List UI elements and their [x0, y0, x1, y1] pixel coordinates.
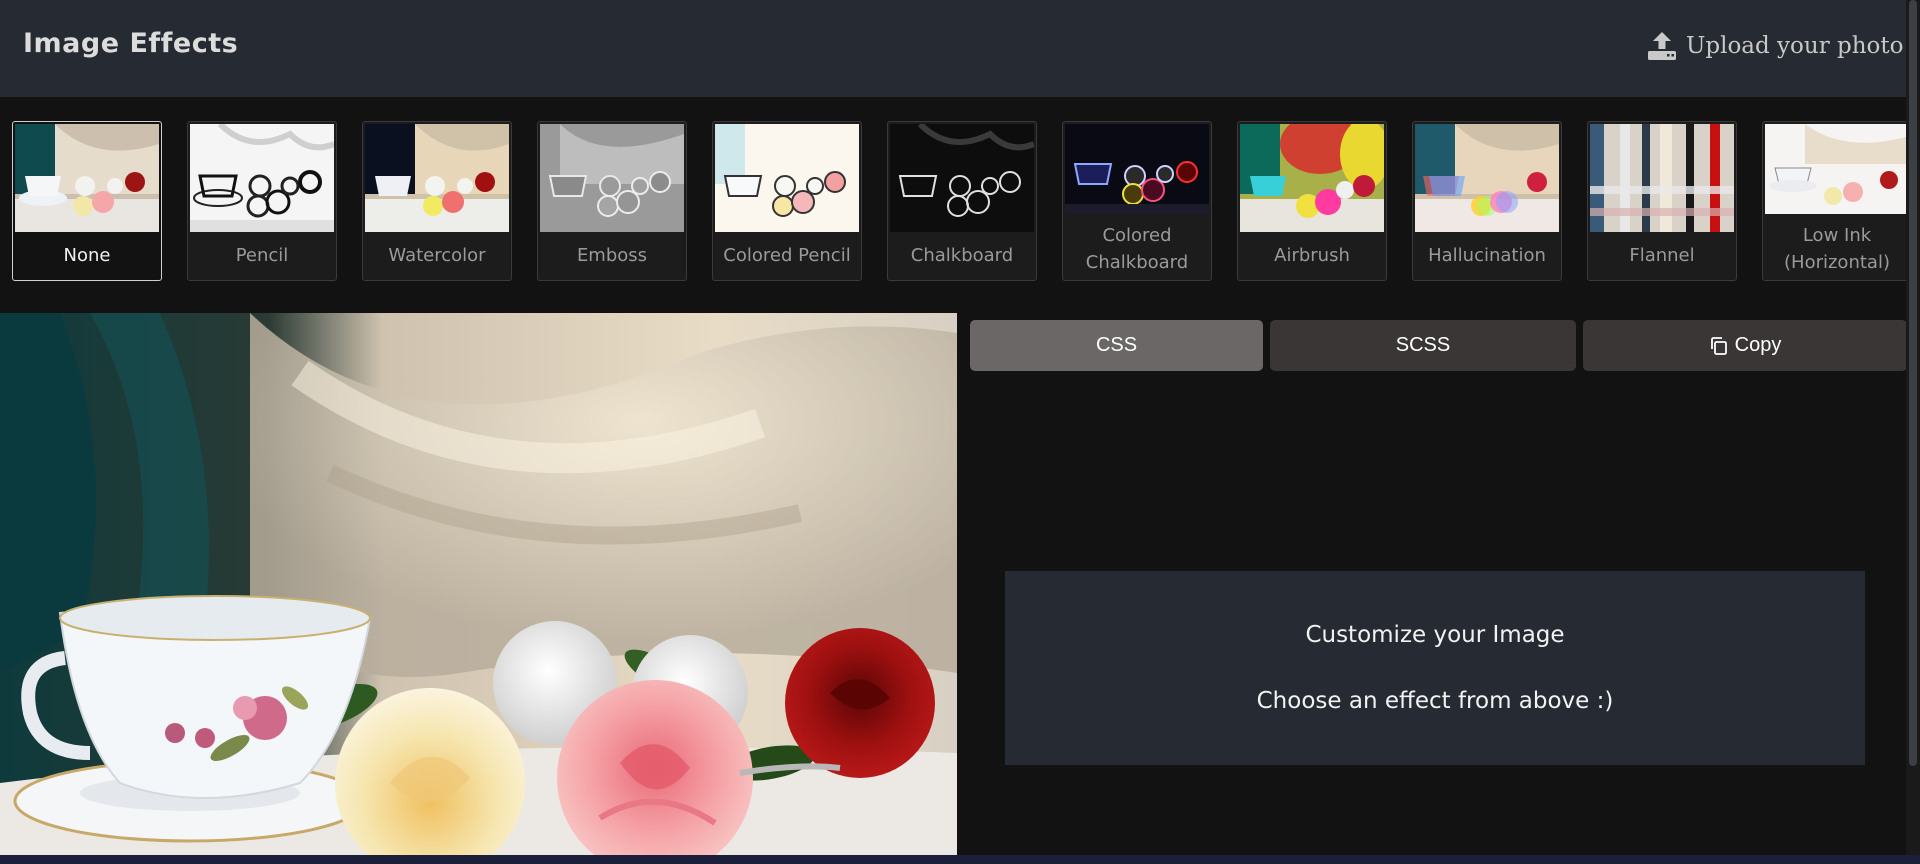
upload-icon	[1648, 32, 1676, 60]
copy-label: Copy	[1734, 334, 1782, 356]
tab-scss[interactable]: SCSS	[1270, 320, 1576, 371]
effect-thumbnail	[1590, 124, 1734, 232]
effect-label: Chalkboard	[910, 245, 1014, 266]
effect-emboss[interactable]: Emboss	[537, 121, 687, 281]
effect-thumbnail	[1065, 124, 1209, 214]
effect-colored-chalkboard[interactable]: Colored Chalkboard	[1062, 121, 1212, 281]
effect-label: Low Ink (Horizontal)	[1784, 225, 1890, 273]
effect-label: Colored Pencil	[723, 245, 851, 266]
effect-thumbnail	[1240, 124, 1384, 232]
upload-photo-label: Upload your photo	[1686, 33, 1904, 59]
effects-strip[interactable]: None Pencil Watercolor Emboss Colored Pe…	[0, 97, 1906, 305]
effect-colored-pencil[interactable]: Colored Pencil	[712, 121, 862, 281]
effect-flannel[interactable]: Flannel	[1587, 121, 1737, 281]
info-title: Customize your Image	[1305, 621, 1565, 648]
effect-thumbnail	[890, 124, 1034, 232]
page-scrollbar-thumb[interactable]	[1909, 0, 1917, 766]
info-subtitle: Choose an effect from above :)	[1256, 687, 1614, 714]
preview-image	[0, 313, 957, 855]
effect-label: Airbrush	[1274, 245, 1350, 266]
effect-low-ink-horizontal[interactable]: Low Ink (Horizontal)	[1762, 121, 1906, 281]
effect-thumbnail	[1415, 124, 1559, 232]
copy-button[interactable]: Copy	[1583, 320, 1907, 371]
effect-chalkboard[interactable]: Chalkboard	[887, 121, 1037, 281]
effect-label: Watercolor	[388, 245, 486, 266]
effect-thumbnail	[1765, 124, 1906, 214]
tab-css-label: CSS	[1095, 334, 1138, 356]
effect-thumbnail	[190, 124, 334, 232]
effect-label: Hallucination	[1428, 245, 1546, 266]
effect-pencil[interactable]: Pencil	[187, 121, 337, 281]
effect-thumbnail	[15, 124, 159, 232]
effect-label: None	[63, 245, 111, 266]
effect-thumbnail	[540, 124, 684, 232]
effect-none[interactable]: None	[12, 121, 162, 281]
effect-thumbnail	[365, 124, 509, 232]
effect-hallucination[interactable]: Hallucination	[1412, 121, 1562, 281]
effect-label: Emboss	[576, 245, 648, 266]
effect-watercolor[interactable]: Watercolor	[362, 121, 512, 281]
tab-scss-label: SCSS	[1395, 334, 1451, 356]
effect-label: Flannel	[1629, 245, 1695, 266]
app-title: Image Effects	[23, 28, 239, 59]
page-scrollbar[interactable]	[1906, 0, 1920, 864]
bottom-bar	[0, 855, 1920, 864]
app-header: Image Effects Upload your photo	[0, 0, 1920, 97]
effect-airbrush[interactable]: Airbrush	[1237, 121, 1387, 281]
tab-css[interactable]: CSS	[970, 320, 1263, 371]
effect-thumbnail	[715, 124, 859, 232]
info-box: Customize your Image Choose an effect fr…	[1005, 571, 1865, 765]
copy-icon	[1710, 336, 1727, 355]
upload-photo-button[interactable]: Upload your photo	[1646, 28, 1904, 64]
effect-label: Colored Chalkboard	[1085, 225, 1189, 273]
effect-label: Pencil	[235, 245, 289, 266]
